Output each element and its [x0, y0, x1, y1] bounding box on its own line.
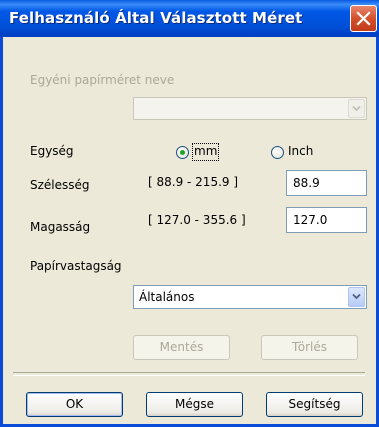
title-bar[interactable]: Felhasználó Által Választott Méret: [0, 0, 379, 37]
unit-inch-label[interactable]: Inch: [288, 144, 313, 158]
unit-inch-radio[interactable]: [271, 146, 284, 159]
cancel-button[interactable]: Mégse: [146, 392, 243, 417]
save-button[interactable]: Mentés: [133, 335, 230, 360]
radio-selected-dot: [180, 150, 185, 155]
thickness-select[interactable]: Általános: [133, 285, 367, 309]
window-title: Felhasználó Által Választott Méret: [9, 9, 303, 27]
unit-mm-label[interactable]: mm: [194, 144, 217, 158]
close-button[interactable]: [350, 5, 377, 32]
ok-button[interactable]: OK: [26, 392, 123, 417]
custom-name-label: Egyéni papírméret neve: [30, 73, 175, 87]
chevron-down-icon: [352, 105, 361, 112]
height-label: Magasság: [30, 220, 91, 234]
footer-separator: [13, 372, 365, 376]
custom-name-dropdown-button: [348, 99, 365, 118]
help-button[interactable]: Segítség: [266, 392, 363, 417]
chevron-down-icon: [352, 293, 361, 300]
thickness-selected-value: Általános: [139, 290, 195, 304]
width-range: [ 88.9 - 215.9 ]: [148, 175, 239, 189]
width-value: 88.9: [293, 176, 320, 190]
height-range: [ 127.0 - 355.6 ]: [148, 213, 246, 227]
unit-mm-radio[interactable]: [176, 146, 189, 159]
thickness-label: Papírvastagság: [30, 259, 122, 273]
custom-name-combo: [133, 97, 367, 120]
close-icon: [356, 11, 371, 26]
unit-label: Egység: [30, 144, 74, 158]
height-value: 127.0: [293, 213, 328, 227]
height-input[interactable]: 127.0: [286, 207, 367, 233]
thickness-dropdown-button[interactable]: [348, 287, 365, 307]
delete-button[interactable]: Törlés: [261, 335, 358, 360]
width-label: Szélesség: [30, 178, 90, 192]
width-input[interactable]: 88.9: [286, 170, 367, 196]
dialog-window: Felhasználó Által Választott Méret Egyén…: [0, 0, 379, 427]
window-frame-left: [0, 37, 3, 427]
